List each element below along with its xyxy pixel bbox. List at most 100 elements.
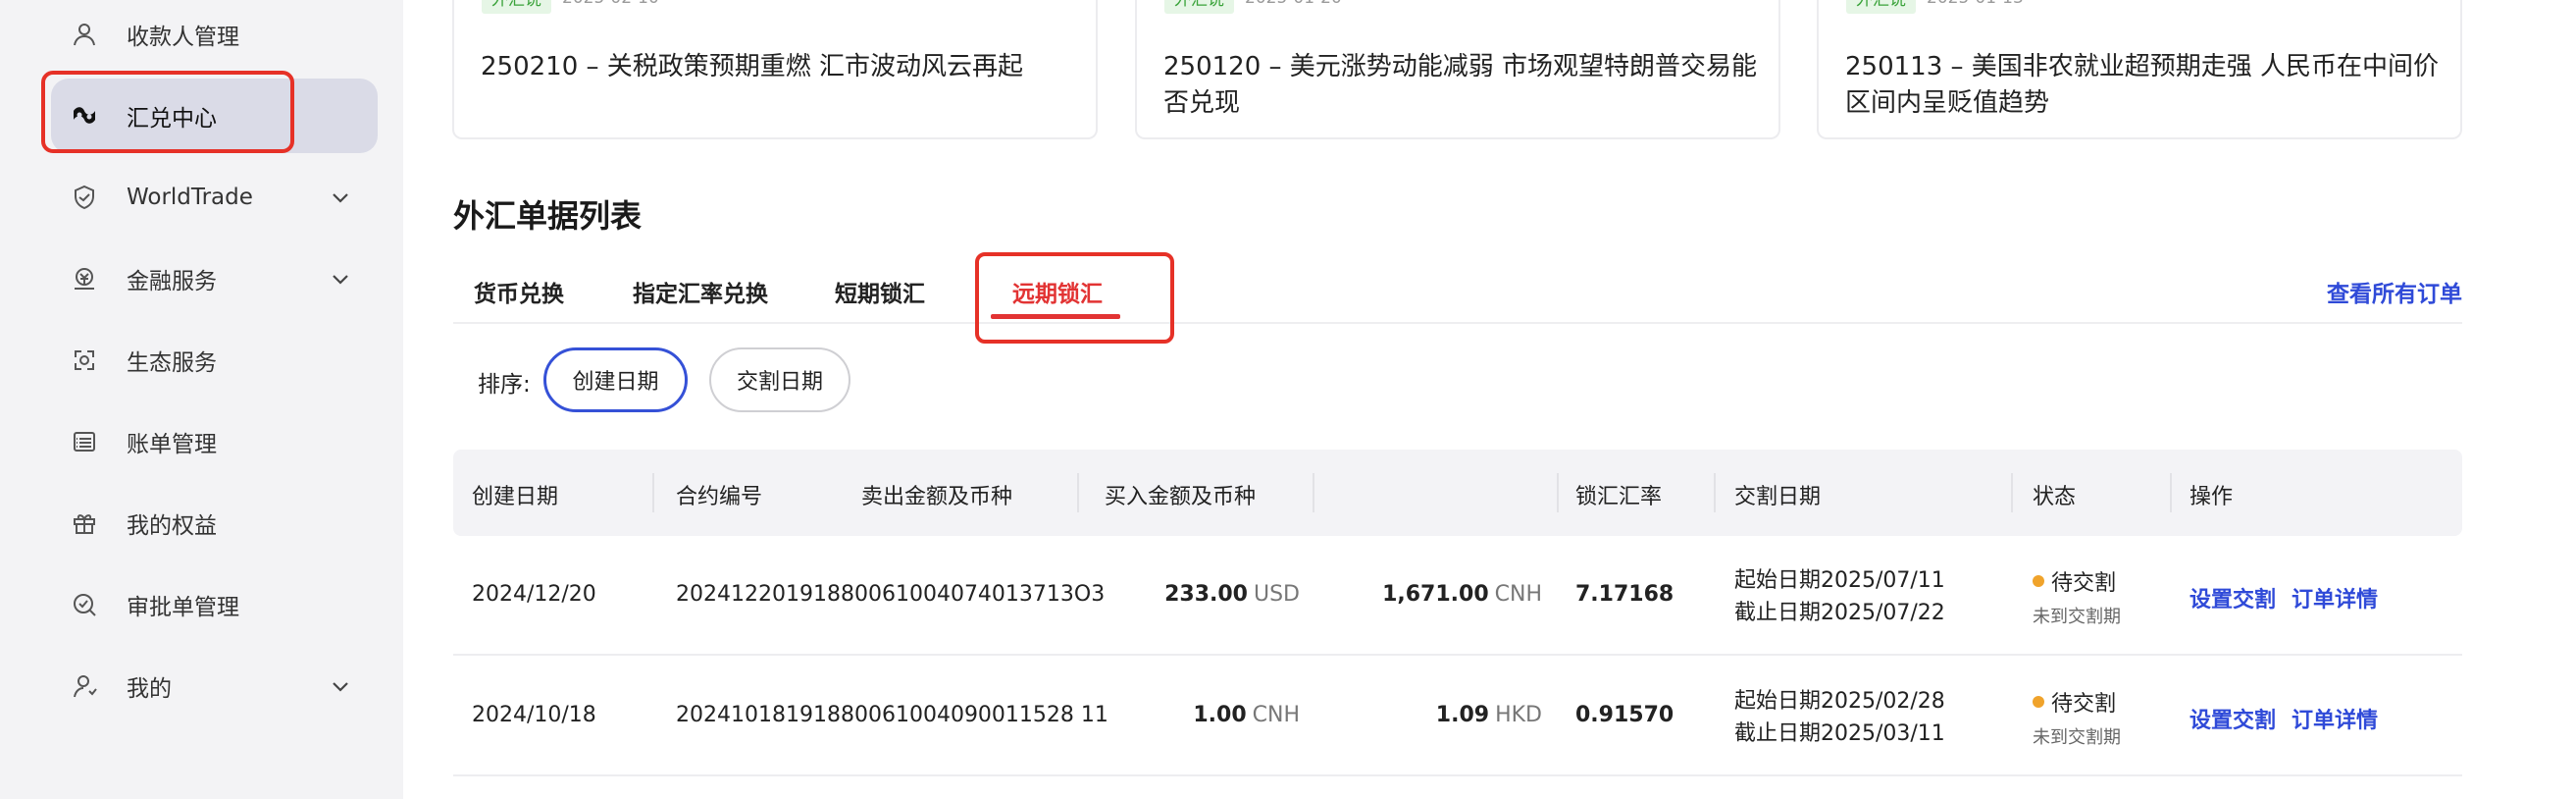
column-divider: [1714, 473, 1716, 512]
created-date: 2024/12/20: [472, 582, 596, 607]
approval-icon: [71, 591, 98, 618]
section-title: 外汇单据列表: [453, 197, 643, 235]
end-date: 截止日期2025/07/22: [1734, 601, 1945, 625]
status-dot: [2033, 696, 2044, 708]
news-title[interactable]: 250113 – 美国非农就业超预期走强 人民币在中间价区间内呈贬值趋势: [1845, 49, 2444, 122]
news-date: 2025-02-10: [562, 0, 659, 10]
sidebar-item-approval-management[interactable]: 审批单管理: [51, 567, 378, 642]
tab-specified-rate-exchange[interactable]: 指定汇率兑换: [633, 275, 768, 308]
status-cell: 待交割 未到交割期: [2033, 686, 2121, 749]
sidebar-item-mine[interactable]: 我的: [51, 649, 378, 723]
sidebar: 收款人管理 汇兑中心 WorldTrade 金融服务 生态服务 账单管理 我的权…: [0, 0, 403, 799]
news-title[interactable]: 250210 – 关税政策预期重燃 汇市波动风云再起: [481, 49, 1079, 85]
sidebar-item-financial-services[interactable]: 金融服务: [51, 241, 378, 316]
contract-number: 20241018191880061004090011528 11: [676, 703, 1108, 727]
person-icon: [71, 672, 98, 700]
column-header: 卖出金额及币种: [860, 485, 1012, 509]
buy-currency: CNH: [1494, 582, 1542, 607]
sell-currency: CNH: [1252, 703, 1300, 727]
sidebar-item-label: 我的: [127, 676, 172, 702]
sidebar-item-label: 我的权益: [127, 513, 217, 539]
start-date: 起始日期2025/02/28: [1734, 689, 1945, 714]
sidebar-item-label: 金融服务: [127, 269, 217, 294]
delivery-dates: 起始日期2025/02/28 截止日期2025/03/11: [1734, 685, 1945, 750]
tab-short-term-lock[interactable]: 短期锁汇: [835, 275, 925, 308]
column-divider: [1313, 473, 1314, 512]
sell-amount: 1.00 CNH: [1193, 703, 1300, 727]
column-header: 合约编号: [676, 485, 763, 509]
lock-rate: 7.17168: [1575, 582, 1674, 607]
bill-icon: [71, 428, 98, 455]
column-divider: [652, 473, 654, 512]
sort-by-created-date-button[interactable]: 创建日期: [543, 347, 688, 412]
column-header: 买入金额及币种: [1104, 485, 1256, 509]
status-cell: 待交割 未到交割期: [2033, 565, 2121, 628]
news-tag: 外汇说: [482, 0, 551, 14]
news-title[interactable]: 250120 – 美元涨势动能减弱 市场观望特朗普交易能否兑现: [1163, 49, 1762, 122]
column-header: 交割日期: [1734, 485, 1822, 509]
user-icon: [71, 21, 98, 48]
sell-currency: USD: [1253, 582, 1300, 607]
buy-amount: 1,671.00 CNH: [1382, 582, 1542, 607]
highlight-box: [41, 71, 294, 153]
sidebar-item-ecosystem-services[interactable]: 生态服务: [51, 323, 378, 398]
sidebar-item-label: 生态服务: [127, 350, 217, 376]
sidebar-item-label: 收款人管理: [127, 25, 239, 50]
order-details-link[interactable]: 订单详情: [2292, 582, 2378, 613]
view-all-orders-link[interactable]: 查看所有订单: [2327, 275, 2462, 308]
chevron-down-icon[interactable]: [329, 186, 352, 209]
set-delivery-link[interactable]: 设置交割: [2190, 582, 2276, 613]
sidebar-item-label: 审批单管理: [127, 595, 239, 620]
column-header: 创建日期: [472, 485, 559, 509]
chevron-down-icon[interactable]: [329, 674, 352, 698]
table-row[interactable]: 2024/10/18 20241018191880061004090011528…: [453, 657, 2462, 776]
news-card[interactable]: 外汇说 2025-01-20 250120 – 美元涨势动能减弱 市场观望特朗普…: [1135, 0, 1780, 139]
sort-by-delivery-date-button[interactable]: 交割日期: [709, 347, 850, 412]
contract-number: 20241220191880061004074013713O3: [676, 582, 1106, 607]
sidebar-item-label: WorldTrade: [127, 185, 253, 210]
sidebar-item-label: 账单管理: [127, 432, 217, 457]
news-card[interactable]: 外汇说 2025-02-10 250210 – 关税政策预期重燃 汇市波动风云再…: [452, 0, 1098, 139]
start-date: 起始日期2025/07/11: [1734, 568, 1945, 593]
sidebar-item-my-benefits[interactable]: 我的权益: [51, 486, 378, 560]
news-date: 2025-01-13: [1927, 0, 2024, 10]
news-card[interactable]: 外汇说 2025-01-13 250113 – 美国非农就业超预期走强 人民币在…: [1817, 0, 2462, 139]
status-dot: [2033, 575, 2044, 587]
column-header: 状态: [2033, 485, 2077, 509]
shield-icon: [71, 184, 98, 211]
tab-bar: 货币兑换 指定汇率兑换 短期锁汇 远期锁汇 查看所有订单: [453, 253, 2462, 324]
sidebar-item-worldtrade[interactable]: WorldTrade: [51, 160, 378, 235]
column-divider: [1077, 473, 1079, 512]
buy-currency: HKD: [1495, 703, 1542, 727]
status-detail: 未到交割期: [2033, 607, 2121, 627]
tab-currency-exchange[interactable]: 货币兑换: [474, 275, 564, 308]
end-date: 截止日期2025/03/11: [1734, 721, 1945, 746]
ecosystem-icon: [71, 346, 98, 374]
created-date: 2024/10/18: [472, 703, 596, 727]
news-date: 2025-01-20: [1245, 0, 1342, 10]
gift-icon: [71, 509, 98, 537]
highlight-box: [975, 252, 1174, 344]
column-divider: [1557, 473, 1559, 512]
column-divider: [2170, 473, 2172, 512]
sidebar-item-bill-management[interactable]: 账单管理: [51, 404, 378, 479]
set-delivery-link[interactable]: 设置交割: [2190, 703, 2276, 734]
table-header: 创建日期 合约编号 卖出金额及币种 买入金额及币种 锁汇汇率 交割日期 状态 操…: [453, 450, 2462, 536]
sell-amount: 233.00 USD: [1164, 582, 1300, 607]
column-divider: [2011, 473, 2013, 512]
sort-label: 排序:: [478, 372, 531, 398]
buy-amount: 1.09 HKD: [1435, 703, 1542, 727]
table-row[interactable]: 2024/12/20 20241220191880061004074013713…: [453, 536, 2462, 656]
lock-rate: 0.91570: [1575, 703, 1674, 727]
chevron-down-icon[interactable]: [329, 267, 352, 291]
status-badge: 待交割: [2051, 571, 2117, 596]
delivery-dates: 起始日期2025/07/11 截止日期2025/07/22: [1734, 564, 1945, 629]
news-tag: 外汇说: [1164, 0, 1234, 14]
order-details-link[interactable]: 订单详情: [2292, 703, 2378, 734]
status-detail: 未到交割期: [2033, 727, 2121, 748]
column-header: 操作: [2190, 485, 2234, 509]
column-header: 锁汇汇率: [1575, 485, 1663, 509]
finance-icon: [71, 265, 98, 293]
app-root: 收款人管理 汇兑中心 WorldTrade 金融服务 生态服务 账单管理 我的权…: [0, 0, 2576, 799]
sidebar-item-payee-management[interactable]: 收款人管理: [51, 0, 378, 72]
